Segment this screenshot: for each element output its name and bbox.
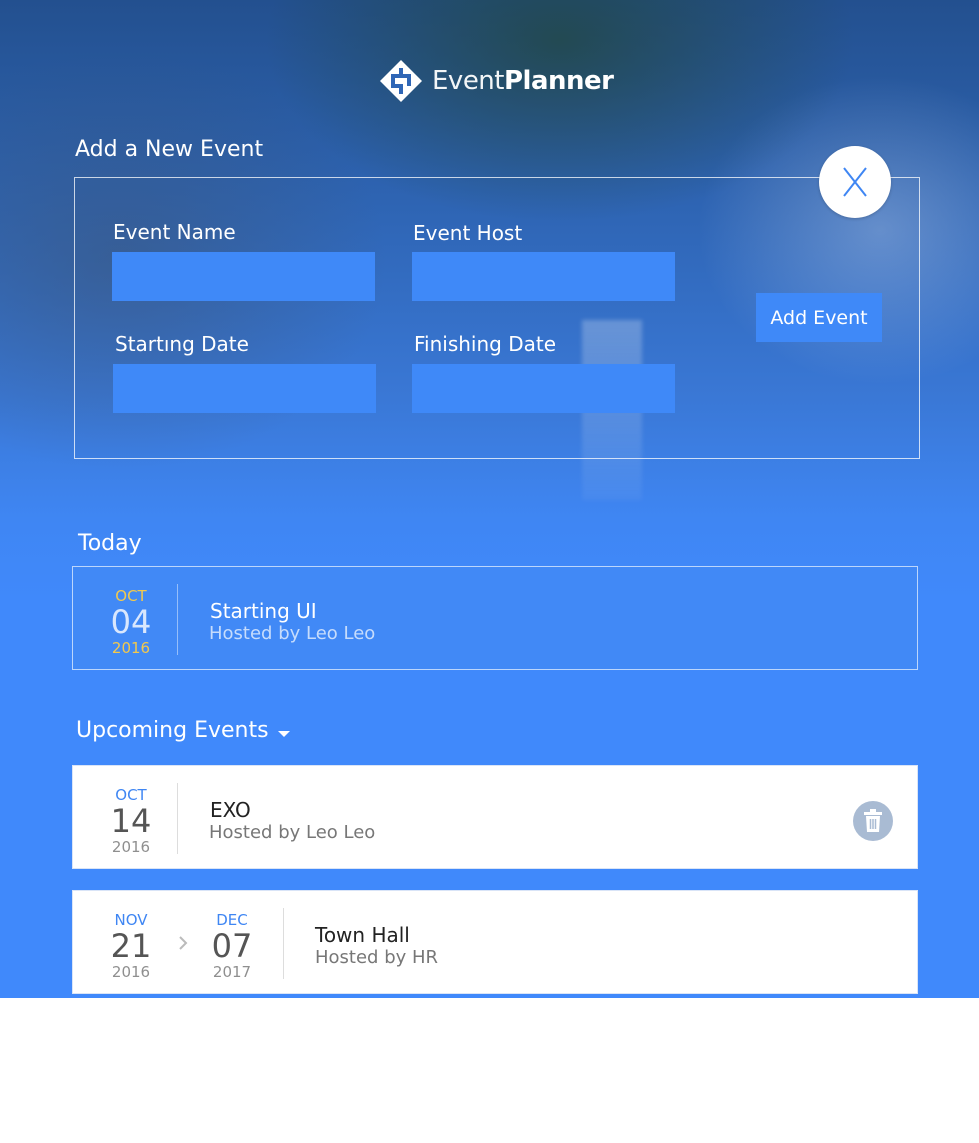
logo-text-bold: Planner: [503, 66, 614, 96]
event-start-date: NOV 21 2016: [73, 911, 189, 981]
caret-down-icon: [277, 730, 290, 737]
starting-date-label: Startıng Date: [115, 332, 249, 356]
today-event-card[interactable]: OCT 04 2016 Starting UI Hosted by Leo Le…: [72, 566, 918, 670]
date-day: 14: [110, 802, 152, 840]
event-name-label: Event Name: [113, 220, 236, 244]
date-day: 21: [110, 927, 152, 965]
event-host-input[interactable]: [412, 252, 675, 301]
date-divider: [283, 908, 284, 979]
date-divider: [177, 584, 178, 655]
delete-event-button[interactable]: [853, 801, 893, 841]
upcoming-event-card[interactable]: NOV 21 2016 DEC 07 2017 Town Hall Hosted…: [72, 890, 918, 994]
event-host-label: Event Host: [413, 221, 523, 245]
event-name-input[interactable]: [112, 252, 375, 301]
event-host: Hosted by HR: [315, 947, 439, 968]
upcoming-event-card[interactable]: OCT 14 2016 EXO Hosted by Leo Leo: [72, 765, 918, 869]
event-host: Hosted by Leo Leo: [209, 822, 376, 843]
date-day: 07: [211, 927, 253, 965]
trash-icon: [864, 809, 882, 832]
date-year: 2016: [111, 963, 151, 981]
date-year: 2016: [111, 639, 151, 657]
logo-text-light: Event: [432, 66, 504, 96]
add-event-title: Add a New Event: [75, 137, 264, 162]
add-event-button[interactable]: Add Event: [756, 293, 882, 342]
event-date: OCT 04 2016: [73, 587, 189, 657]
event-date: OCT 14 2016: [73, 786, 189, 856]
app-background: EventPlanner Add a New Event Event Name …: [0, 0, 979, 998]
close-x-icon: [843, 167, 867, 197]
logo-icon: [380, 60, 422, 102]
event-end-date: DEC 07 2017: [174, 911, 290, 981]
starting-date-input[interactable]: [113, 364, 376, 413]
finishing-date-input[interactable]: [412, 364, 675, 413]
close-form-button[interactable]: [819, 146, 891, 218]
event-title: Town Hall: [315, 923, 410, 947]
event-host: Hosted by Leo Leo: [209, 623, 376, 644]
date-year: 2016: [111, 838, 151, 856]
upcoming-events-toggle[interactable]: Upcoming Events: [76, 718, 290, 743]
finishing-date-label: Finishing Date: [414, 332, 557, 356]
app-logo: EventPlanner: [378, 58, 614, 104]
event-title: Starting UI: [210, 599, 317, 623]
logo-text: EventPlanner: [432, 66, 614, 96]
upcoming-events-title: Upcoming Events: [76, 718, 269, 743]
date-day: 04: [110, 603, 152, 641]
event-title: EXO: [210, 798, 251, 822]
today-title: Today: [78, 531, 142, 556]
date-year: 2017: [212, 963, 252, 981]
date-divider: [177, 783, 178, 854]
add-event-form: Event Name Event Host Startıng Date Fini…: [74, 177, 920, 459]
